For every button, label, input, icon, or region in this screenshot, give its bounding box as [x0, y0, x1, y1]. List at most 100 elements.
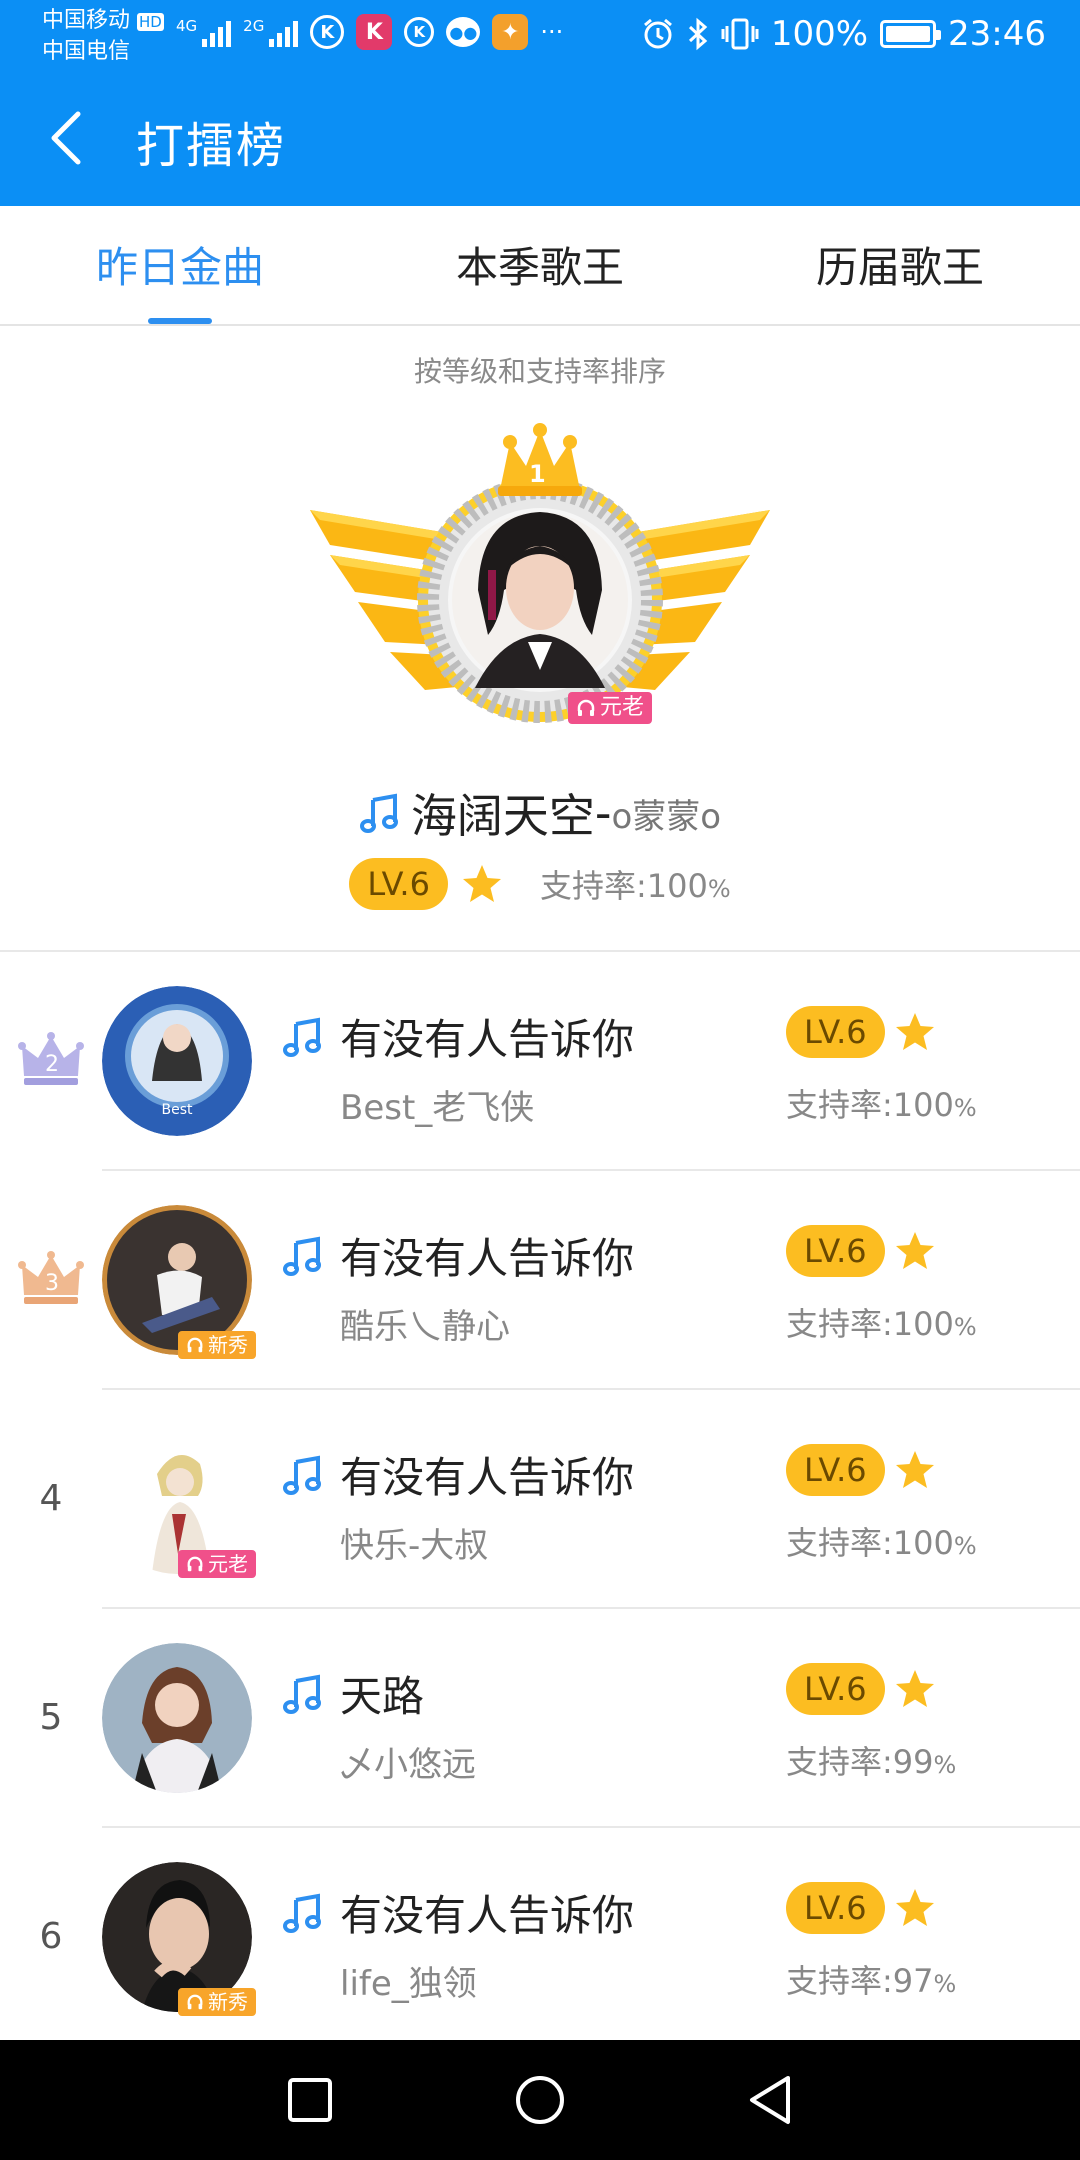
support-rate: 支持率:99%: [786, 1743, 957, 1781]
back-nav-button[interactable]: [740, 2070, 800, 2130]
message-bubble-icon: ●●: [446, 17, 481, 47]
star-icon: [895, 1889, 934, 1926]
signal-4g-icon: 4G: [176, 17, 232, 47]
badge-label: 元老: [600, 695, 645, 720]
song-name: 有没有人告诉你: [340, 1891, 635, 1940]
carrier-1: 中国移动: [42, 8, 131, 33]
singer-name: Best_老飞侠: [340, 1088, 535, 1128]
level-badge: LV.6: [786, 1006, 885, 1058]
singer-name: 乄小悠远: [340, 1745, 476, 1785]
more-notifications-icon: ···: [540, 18, 564, 46]
star-icon: [895, 1013, 934, 1050]
song-title: 有没有人告诉你: [282, 1225, 634, 1286]
champion-title: 海阔天空 - o蒙蒙o: [0, 780, 1080, 846]
newcomer-badge: 新秀: [178, 1988, 256, 2016]
level-badge: LV.6: [786, 1663, 885, 1715]
veteran-badge: 元老: [568, 692, 653, 724]
level-badge: LV.6: [349, 858, 448, 910]
status-bar: 中国移动 HD 中国电信 4G 2G K K K ●● ✦ ··· 100% 2…: [0, 0, 1080, 70]
tab-season-king[interactable]: 本季歌王: [360, 206, 720, 324]
list-item[interactable]: 4 元老 有没有人告诉你 快乐-大叔 LV.6 支持率:100%: [0, 1390, 1080, 1609]
level-badge: LV.6: [786, 1882, 885, 1934]
champion-avatar: [452, 512, 628, 688]
champion-song: 海阔天空: [410, 789, 595, 843]
support-rate: 支持率:100%: [786, 1086, 977, 1124]
badge-label: 元老: [208, 1552, 248, 1576]
rank-number: 4: [39, 1477, 63, 1519]
kugou-app-icon-2: K: [404, 17, 435, 47]
recents-button[interactable]: [280, 2070, 340, 2130]
badge-label: 新秀: [208, 1333, 248, 1357]
sort-hint: 按等级和支持率排序: [413, 355, 666, 388]
k-song-app-icon: K: [356, 14, 393, 50]
signal-2g-icon: 2G: [243, 17, 299, 47]
back-button[interactable]: [36, 108, 96, 168]
hd-badge: HD: [137, 13, 164, 31]
star-icon: [895, 1670, 934, 1707]
crown-rank-number: 1: [529, 460, 546, 488]
support-rate: 支持率:100%: [539, 867, 731, 905]
page-title: 打擂榜: [136, 118, 287, 174]
rank-number: 2: [45, 1052, 59, 1077]
song-name: 天路: [340, 1672, 425, 1721]
level-box: LV.6: [786, 1663, 937, 1715]
song-title: 天路: [282, 1663, 424, 1724]
system-nav-bar: [0, 2040, 1080, 2160]
star-icon: [462, 865, 501, 902]
level-box: LV.6: [786, 1006, 937, 1058]
avatar[interactable]: Best: [102, 986, 252, 1136]
song-title: 有没有人告诉你: [282, 1882, 634, 1943]
song-name: 有没有人告诉你: [340, 1234, 635, 1283]
svg-text:Best: Best: [161, 1102, 193, 1118]
vibrate-icon: [721, 18, 759, 50]
music-note-icon: [283, 1236, 321, 1276]
singer-name: 酷乐乀静心: [340, 1307, 510, 1347]
music-note-icon: [283, 1017, 321, 1057]
support-rate: 支持率:100%: [786, 1524, 977, 1562]
song-name: 有没有人告诉你: [340, 1015, 635, 1064]
song-name: 有没有人告诉你: [340, 1453, 635, 1502]
status-right-icons: 100% 23:46: [641, 14, 1046, 54]
square-icon: [288, 2078, 332, 2122]
tab-all-time-kings[interactable]: 历届歌王: [720, 206, 1080, 324]
rank-number: 3: [45, 1271, 59, 1296]
tab-yesterday-hits[interactable]: 昨日金曲: [0, 206, 360, 324]
music-note-icon: [283, 1674, 321, 1714]
badge-label: 新秀: [208, 1990, 248, 2014]
support-rate: 支持率:97%: [786, 1962, 957, 2000]
list-item[interactable]: 5 天路 乄小悠远 LV.6 支持率:99%: [0, 1609, 1080, 1828]
home-button[interactable]: [510, 2070, 570, 2130]
carrier-info: 中国移动 HD 中国电信: [42, 6, 164, 67]
support-rate: 支持率:100%: [786, 1305, 977, 1343]
level-badge: LV.6: [786, 1444, 885, 1496]
star-icon: [895, 1232, 934, 1269]
rank-crown-2: 2: [18, 1030, 84, 1090]
status-left-icons: 4G 2G K K K ●● ✦ ···: [176, 14, 563, 50]
battery-icon: [880, 20, 942, 48]
champion-card[interactable]: 1 元老: [300, 420, 780, 760]
carrier-2: 中国电信: [42, 39, 131, 64]
tab-bar: 昨日金曲 本季歌王 历届歌王: [0, 206, 1080, 326]
chevron-left-icon: [51, 111, 81, 165]
circle-icon: [516, 2076, 564, 2124]
headphones-icon: [187, 1994, 203, 2010]
singer-name: 快乐-大叔: [340, 1526, 489, 1566]
song-title: 有没有人告诉你: [282, 1444, 634, 1505]
avatar[interactable]: [102, 1643, 252, 1793]
newcomer-badge: 新秀: [178, 1331, 256, 1359]
star-icon: [895, 1451, 934, 1488]
clock: 23:46: [948, 14, 1046, 54]
list-item[interactable]: 6 新秀 有没有人告诉你 life_独领 LV.6 支持率:97%: [0, 1828, 1080, 2047]
champion-meta: LV.6 支持率:100%: [0, 858, 1080, 910]
veteran-badge: 元老: [178, 1550, 256, 1578]
ranking-list: 2 Best 有没有人告诉你 Best_老飞侠 LV.6 支持率:100% 3 …: [0, 952, 1080, 2047]
bluetooth-icon: [688, 17, 708, 51]
list-item[interactable]: 3 新秀 有没有人告诉你 酷乐乀静心 LV.6 支持率:100%: [0, 1171, 1080, 1390]
rank-crown-3: 3: [18, 1249, 84, 1309]
rank-number: 6: [39, 1915, 63, 1957]
music-note-icon: [283, 1893, 321, 1933]
list-item[interactable]: 2 Best 有没有人告诉你 Best_老飞侠 LV.6 支持率:100%: [0, 952, 1080, 1171]
bird-app-icon: ✦: [492, 14, 529, 50]
headphones-icon: [187, 1337, 203, 1353]
rank-number: 5: [39, 1696, 63, 1738]
